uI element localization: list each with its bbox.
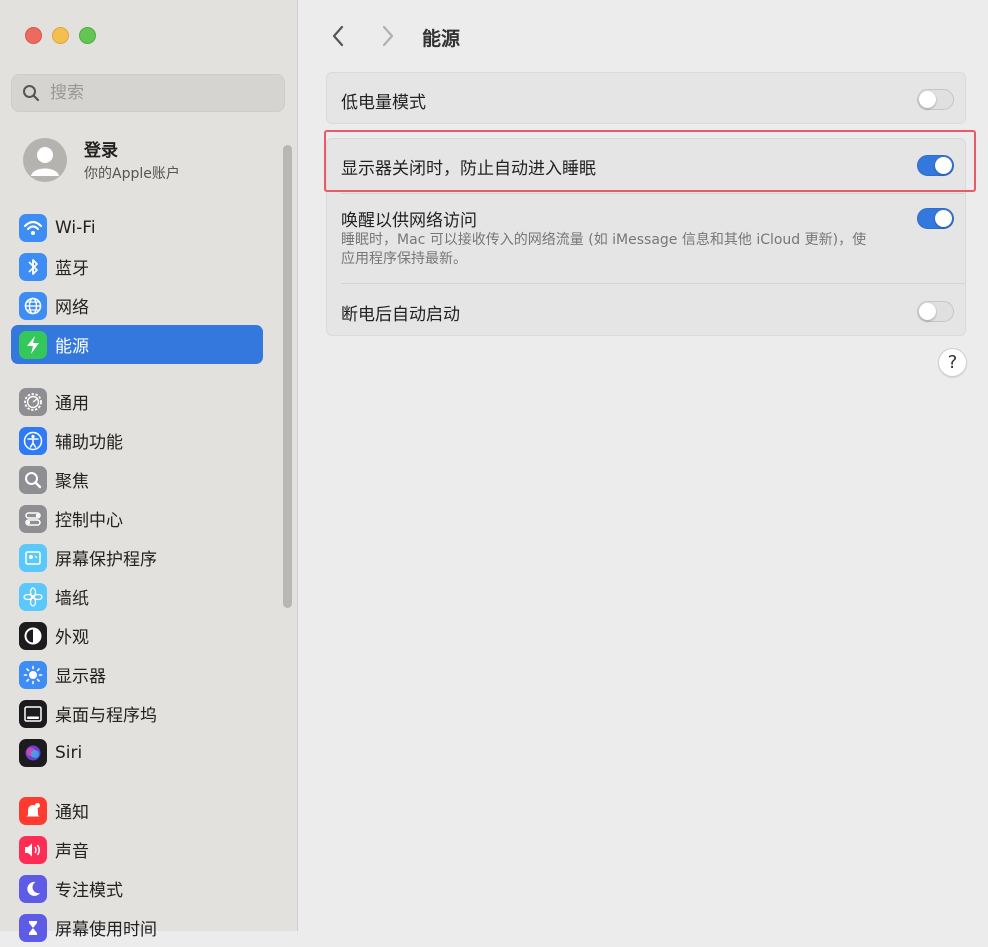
close-button[interactable] xyxy=(25,27,42,44)
moon-icon xyxy=(19,874,47,903)
sidebar-item-appearance[interactable]: 外观 xyxy=(11,616,263,655)
page-title: 能源 xyxy=(422,28,461,50)
sidebar-item-label: 墙纸 xyxy=(55,589,89,609)
divider xyxy=(341,193,965,194)
sidebar-item-label: 专注模式 xyxy=(55,881,123,901)
sidebar-item-desktop-dock[interactable]: 桌面与程序坞 xyxy=(11,694,263,733)
sidebar-item-energy[interactable]: 能源 xyxy=(11,325,263,364)
sidebar-scrollbar[interactable] xyxy=(283,145,292,608)
wallpaper-flower-icon xyxy=(19,582,47,611)
prevent-sleep-label: 显示器关闭时，防止自动进入睡眠 xyxy=(341,159,596,179)
wake-network-description: 睡眠时，Mac 可以接收传入的网络流量 (如 iMessage 信息和其他 iC… xyxy=(341,231,901,269)
sidebar-item-label: 辅助功能 xyxy=(55,433,123,453)
wake-network-description-line2: 应用程序保持最新。 xyxy=(341,251,467,267)
divider xyxy=(341,283,965,284)
sidebar-item-label: 通用 xyxy=(55,394,89,414)
sidebar-item-screensaver[interactable]: 屏幕保护程序 xyxy=(11,538,263,577)
sidebar-item-notifications[interactable]: 通知 xyxy=(11,791,263,830)
sidebar-item-label: 显示器 xyxy=(55,667,106,687)
sidebar-item-screen-time[interactable]: 屏幕使用时间 xyxy=(11,908,263,947)
prevent-sleep-toggle[interactable] xyxy=(917,155,954,176)
sidebar-item-network[interactable]: 网络 xyxy=(11,286,263,325)
sidebar-item-siri[interactable]: Siri xyxy=(11,733,263,772)
power-failure-toggle[interactable] xyxy=(917,301,954,322)
sidebar-item-label: 外观 xyxy=(55,628,89,648)
sidebar-item-label: 聚焦 xyxy=(55,472,89,492)
chevron-right-icon xyxy=(382,25,394,47)
sidebar-item-wallpaper[interactable]: 墙纸 xyxy=(11,577,263,616)
magnifier-icon xyxy=(19,465,47,494)
sidebar-item-focus[interactable]: 专注模式 xyxy=(11,869,263,908)
settings-window: 登录 你的Apple账户 Wi-Fi 蓝牙 xyxy=(0,0,988,942)
sidebar-item-wifi[interactable]: Wi-Fi xyxy=(11,208,263,247)
appearance-icon xyxy=(19,621,47,650)
sidebar-item-label: Wi-Fi xyxy=(55,217,96,238)
sidebar-item-label: 控制中心 xyxy=(55,511,123,531)
dock-icon xyxy=(19,699,47,728)
search-field[interactable] xyxy=(11,74,285,112)
sleep-settings-card: 显示器关闭时，防止自动进入睡眠 唤醒以供网络访问 睡眠时，Mac 可以接收传入的… xyxy=(326,138,966,336)
globe-icon xyxy=(19,291,47,320)
zoom-button[interactable] xyxy=(79,27,96,44)
help-button[interactable]: ? xyxy=(938,348,967,377)
forward-button[interactable] xyxy=(374,22,402,50)
sidebar-item-label: 网络 xyxy=(55,298,89,318)
avatar xyxy=(23,137,67,182)
sidebar-item-label: 能源 xyxy=(55,337,89,357)
energy-bolt-icon xyxy=(19,330,47,359)
screensaver-icon xyxy=(19,543,47,572)
siri-icon xyxy=(19,738,47,767)
sidebar-item-label: Siri xyxy=(55,742,83,763)
sidebar-item-bluetooth[interactable]: 蓝牙 xyxy=(11,247,263,286)
sidebar: 登录 你的Apple账户 Wi-Fi 蓝牙 xyxy=(0,0,298,942)
power-failure-label: 断电后自动启动 xyxy=(341,305,460,325)
accessibility-icon xyxy=(19,426,47,455)
back-button[interactable] xyxy=(324,22,352,50)
sidebar-item-spotlight[interactable]: 聚焦 xyxy=(11,460,263,499)
wake-network-description-line1: 睡眠时，Mac 可以接收传入的网络流量 (如 iMessage 信息和其他 iC… xyxy=(341,232,867,248)
low-power-toggle[interactable] xyxy=(917,89,954,110)
search-icon xyxy=(23,85,40,102)
sidebar-item-displays[interactable]: 显示器 xyxy=(11,655,263,694)
sidebar-item-accessibility[interactable]: 辅助功能 xyxy=(11,421,263,460)
sidebar-item-label: 桌面与程序坞 xyxy=(55,706,157,726)
sidebar-item-label: 通知 xyxy=(55,803,89,823)
gear-icon xyxy=(19,387,47,416)
bell-icon xyxy=(19,796,47,825)
low-power-card: 低电量模式 xyxy=(326,72,966,124)
wifi-icon xyxy=(19,213,47,242)
sidebar-item-general[interactable]: 通用 xyxy=(11,382,263,421)
search-input[interactable] xyxy=(48,82,272,104)
sidebar-item-label: 声音 xyxy=(55,842,89,862)
hourglass-icon xyxy=(19,913,47,942)
bluetooth-icon xyxy=(19,252,47,281)
person-icon xyxy=(31,146,59,176)
control-center-icon xyxy=(19,504,47,533)
sidebar-item-sound[interactable]: 声音 xyxy=(11,830,263,869)
account-name: 登录 xyxy=(84,141,118,161)
sidebar-item-label: 屏幕使用时间 xyxy=(55,920,157,940)
minimize-button[interactable] xyxy=(52,27,69,44)
sidebar-item-label: 蓝牙 xyxy=(55,259,89,279)
account-subtitle: 你的Apple账户 xyxy=(84,166,180,182)
speaker-icon xyxy=(19,835,47,864)
help-icon: ? xyxy=(947,352,958,373)
wake-network-toggle[interactable] xyxy=(917,208,954,229)
toolbar: 能源 xyxy=(298,18,988,54)
account-signin[interactable]: 登录 你的Apple账户 xyxy=(23,136,180,183)
sidebar-item-label: 屏幕保护程序 xyxy=(55,550,157,570)
sun-icon xyxy=(19,660,47,689)
window-controls xyxy=(25,27,96,44)
chevron-left-icon xyxy=(332,25,344,47)
sidebar-item-control-center[interactable]: 控制中心 xyxy=(11,499,263,538)
main-panel: 能源 低电量模式 显示器关闭时，防止自动进入睡眠 唤醒以供网络访问 睡眠时，Ma… xyxy=(298,0,988,931)
low-power-label: 低电量模式 xyxy=(341,93,426,113)
wake-network-label: 唤醒以供网络访问 xyxy=(341,211,477,231)
